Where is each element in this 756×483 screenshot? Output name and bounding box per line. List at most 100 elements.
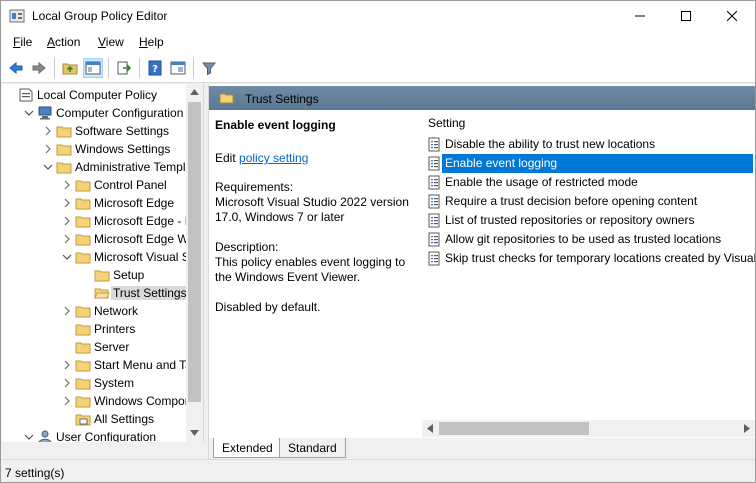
tree-item[interactable]: Local Computer Policy: [2, 86, 186, 104]
chevron-right-icon[interactable]: [61, 359, 73, 371]
tree-item[interactable]: User Configuration: [2, 428, 186, 442]
folder-icon: [75, 342, 91, 354]
menu-bar: File Action View Help: [1, 31, 755, 53]
details-header: Trust Settings: [209, 86, 755, 110]
filter-button[interactable]: [199, 58, 219, 78]
tree-item[interactable]: Microsoft Edge We: [2, 230, 195, 248]
scroll-right-arrow-icon[interactable]: [744, 424, 750, 433]
chevron-down-icon[interactable]: [23, 107, 35, 119]
tree-item[interactable]: Network: [2, 302, 186, 320]
menu-view-label: iew: [105, 35, 124, 49]
tree-item[interactable]: Software Settings: [2, 122, 186, 140]
setting-row[interactable]: Allow git repositories to be used as tru…: [422, 230, 755, 249]
settings-list[interactable]: Setting Disable the ability to trust new…: [422, 112, 755, 438]
tree-item[interactable]: Microsoft Edge - D: [2, 212, 193, 230]
tree-item[interactable]: Server: [2, 338, 186, 356]
tree-item[interactable]: System: [2, 374, 186, 392]
status-text: 7 setting(s): [5, 466, 65, 480]
menu-view[interactable]: View: [98, 35, 124, 49]
chevron-down-icon[interactable]: [23, 431, 35, 442]
toolbar: ?: [1, 53, 755, 83]
chevron-down-icon[interactable]: [61, 251, 73, 263]
app-window: Local Group Policy Editor File Action Vi…: [0, 0, 756, 483]
export-list-button[interactable]: [114, 58, 134, 78]
edit-policy-setting-link[interactable]: policy setting: [239, 151, 308, 165]
menu-action-label: ction: [55, 35, 81, 49]
svg-text:?: ?: [152, 64, 158, 75]
extended-view-button[interactable]: [168, 58, 188, 78]
window-title: Local Group Policy Editor: [32, 9, 168, 23]
tree-item[interactable]: Setup: [2, 266, 186, 284]
chevron-right-icon[interactable]: [42, 143, 54, 155]
close-button[interactable]: [709, 1, 755, 31]
tree-item[interactable]: Computer Configuration: [2, 104, 186, 122]
tree-item[interactable]: All Settings: [2, 410, 186, 428]
group-policy-app-icon: [9, 9, 25, 23]
folder-icon: [75, 216, 91, 228]
tree-item-label: System: [94, 376, 135, 390]
tree-item[interactable]: Administrative Templa: [2, 158, 192, 176]
status-bar: 7 setting(s): [1, 459, 755, 482]
tree-item-label: Trust Settings: [111, 286, 189, 300]
scroll-down-arrow-icon[interactable]: [190, 430, 199, 436]
tree-item[interactable]: Windows Compon: [2, 392, 191, 410]
chevron-right-icon[interactable]: [42, 125, 54, 137]
tree-item[interactable]: Trust Settings: [2, 284, 189, 302]
back-button[interactable]: [6, 58, 26, 78]
scroll-up-arrow-icon[interactable]: [190, 89, 199, 95]
menu-file[interactable]: File: [13, 35, 32, 49]
show-hide-tree-button[interactable]: [83, 58, 103, 78]
tree-scroll-thumb[interactable]: [188, 102, 201, 402]
setting-row[interactable]: Skip trust checks for temporary location…: [422, 249, 755, 268]
setting-label: Enable the usage of restricted mode: [445, 175, 638, 189]
setting-label: Require a trust decision before opening …: [445, 194, 698, 208]
policy-setting-icon: [428, 232, 440, 247]
setting-row[interactable]: Enable event logging: [422, 154, 755, 173]
tab-standard[interactable]: Standard: [279, 438, 346, 458]
chevron-right-icon[interactable]: [61, 197, 73, 209]
tree-vertical-scrollbar[interactable]: [186, 84, 203, 442]
setting-row[interactable]: Enable the usage of restricted mode: [422, 173, 755, 192]
chevron-right-icon[interactable]: [61, 179, 73, 191]
tree-item-label: Windows Settings: [75, 142, 171, 156]
chevron-right-icon[interactable]: [61, 215, 73, 227]
tree-item[interactable]: Printers: [2, 320, 186, 338]
tree-item[interactable]: Windows Settings: [2, 140, 186, 158]
folder-icon: [56, 126, 72, 138]
setting-row[interactable]: List of trusted repositories or reposito…: [422, 211, 755, 230]
up-one-level-button[interactable]: [60, 58, 80, 78]
scroll-left-arrow-icon[interactable]: [427, 424, 433, 433]
policy-setting-icon: [428, 137, 440, 152]
tree-item-label: Start Menu and Tas: [94, 358, 198, 372]
tree-item[interactable]: Start Menu and Tas: [2, 356, 198, 374]
tree-item-label: Printers: [94, 322, 136, 336]
chevron-right-icon[interactable]: [61, 395, 73, 407]
setting-label: Enable event logging: [442, 154, 753, 173]
forward-button[interactable]: [29, 58, 49, 78]
tree-item[interactable]: Microsoft Visual St: [2, 248, 193, 266]
tree-item[interactable]: Microsoft Edge: [2, 194, 186, 212]
maximize-icon: [681, 11, 691, 21]
settings-scroll-thumb[interactable]: [439, 422, 589, 435]
tree-item-label: Administrative Templa: [75, 160, 193, 174]
tree-item[interactable]: Control Panel: [2, 176, 186, 194]
chevron-right-icon[interactable]: [61, 305, 73, 317]
maximize-button[interactable]: [663, 1, 709, 31]
settings-horizontal-scrollbar[interactable]: [422, 420, 755, 437]
setting-row[interactable]: Disable the ability to trust new locatio…: [422, 135, 755, 154]
setting-column-header[interactable]: Setting: [428, 116, 465, 130]
menu-help-accelerator: H: [139, 35, 148, 49]
help-button[interactable]: ?: [145, 58, 165, 78]
navigation-tree[interactable]: Local Computer Policy Computer Configurat…: [2, 84, 204, 442]
setting-row[interactable]: Require a trust decision before opening …: [422, 192, 755, 211]
menu-help[interactable]: Help: [139, 35, 164, 49]
menu-action[interactable]: Action: [47, 35, 80, 49]
show-hide-tree-icon: [85, 61, 101, 75]
tab-extended[interactable]: Extended: [213, 438, 282, 458]
chevron-down-icon[interactable]: [42, 161, 54, 173]
minimize-button[interactable]: [617, 1, 663, 31]
title-bar[interactable]: Local Group Policy Editor: [1, 1, 755, 31]
chevron-right-icon[interactable]: [61, 377, 73, 389]
chevron-right-icon[interactable]: [61, 233, 73, 245]
extended-view-icon: [170, 61, 186, 75]
